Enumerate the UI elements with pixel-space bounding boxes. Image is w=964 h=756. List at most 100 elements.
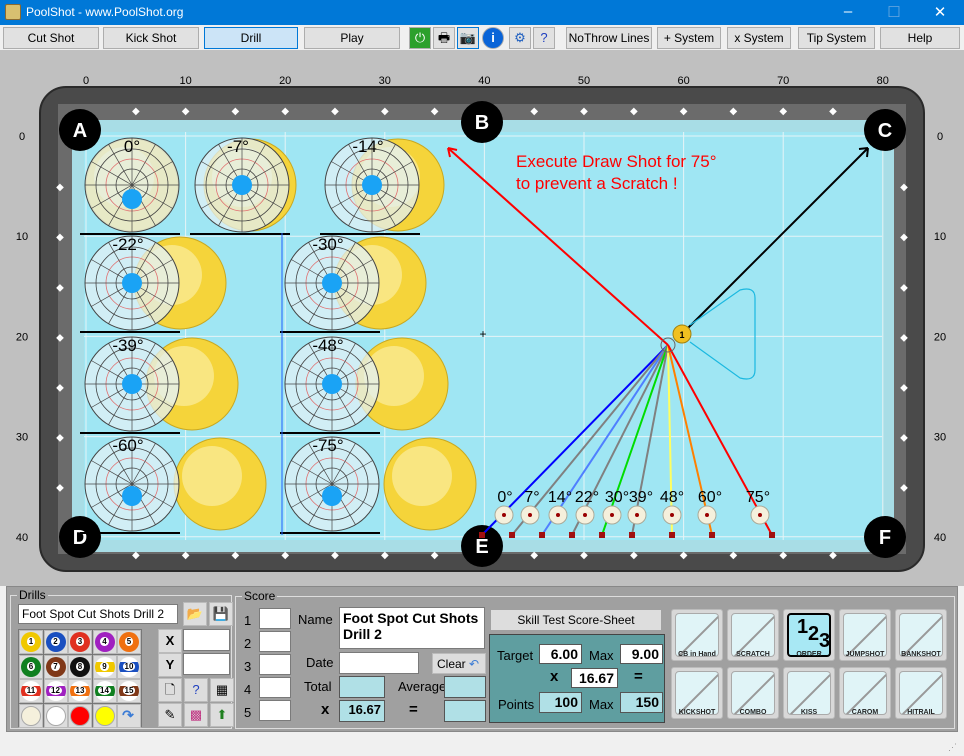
ball-button[interactable]: 7 xyxy=(43,654,68,679)
ball-button[interactable]: ↷ xyxy=(117,703,141,728)
score-row-input[interactable] xyxy=(259,631,291,652)
ball-highlight xyxy=(182,446,242,506)
ball-button[interactable] xyxy=(68,703,92,728)
help-doc-icon[interactable]: ? xyxy=(533,27,555,49)
no-throw-lines-button[interactable]: NoThrow Lines xyxy=(566,27,652,49)
power-icon[interactable]: ⏻ xyxy=(409,27,431,49)
ball-button[interactable] xyxy=(43,703,68,728)
doc-help-icon[interactable]: ? xyxy=(184,678,208,702)
drill-button[interactable]: Drill xyxy=(204,27,298,49)
resize-grip[interactable]: ⋰ xyxy=(948,742,957,753)
ball-button[interactable]: 6 xyxy=(19,654,43,679)
score-row-input[interactable] xyxy=(259,654,291,675)
table-list-icon[interactable]: ▦ xyxy=(210,678,234,702)
clear-button[interactable]: Clear ↶ xyxy=(432,653,486,674)
plus-system-button[interactable]: + System xyxy=(657,27,721,49)
ball-button[interactable]: 14 xyxy=(92,679,117,703)
date-input[interactable] xyxy=(339,652,419,674)
cue-ball-dot xyxy=(556,513,560,517)
score-row-input[interactable] xyxy=(259,608,291,629)
skill-test-score-sheet-button[interactable]: Skill Test Score-Sheet xyxy=(491,610,661,630)
shot-type-cb-in-hand[interactable]: CB in Hand xyxy=(671,609,723,661)
ball-button[interactable]: 2 xyxy=(43,630,68,654)
y-input[interactable] xyxy=(183,653,230,675)
ball-6-icon: 6 xyxy=(21,656,41,677)
score-row-label: 2 xyxy=(244,636,252,651)
shot-type-scratch[interactable]: SCRATCH xyxy=(727,609,779,661)
pool-table[interactable]: 0 10 20 30 40 50 60 70 80 0 0 10 10 20 20 30 30 40 40 ◆ ◆ ◆ ◆ ◆… xyxy=(0,50,964,586)
equals-label: = xyxy=(409,701,418,718)
ball-number: 5 xyxy=(124,637,134,646)
play-button[interactable]: Play xyxy=(304,27,400,49)
save-icon[interactable]: 💾 xyxy=(209,602,233,626)
diamond-marker: ◆ xyxy=(680,550,688,561)
points-value: 100 xyxy=(539,692,582,713)
print-icon[interactable]: 🖶 xyxy=(433,27,455,49)
shot-type-bankshot[interactable]: BANKSHOT xyxy=(895,609,947,661)
shot-type-order[interactable]: 1 2 3 ORDER xyxy=(783,609,835,661)
score-row-input[interactable] xyxy=(259,677,291,698)
drill-name-input[interactable]: Foot Spot Cut Shots Drill 2 xyxy=(18,604,178,624)
x-tick-label: 50 xyxy=(578,75,590,87)
shot-type-combo[interactable]: COMBO xyxy=(727,667,779,719)
max-value: 9.00 xyxy=(620,644,663,664)
skill-equals: = xyxy=(634,668,643,685)
tip-position-dot xyxy=(362,175,382,195)
new-file-icon[interactable]: 🗋 xyxy=(158,678,182,702)
ball-button[interactable]: 5 xyxy=(117,630,141,654)
cut-shot-button[interactable]: Cut Shot xyxy=(3,27,99,49)
shot-type-kiss[interactable]: KISS xyxy=(783,667,835,719)
ball-button[interactable]: 9 xyxy=(92,654,117,679)
points-max-value: 150 xyxy=(620,692,663,713)
x-tick-label: 20 xyxy=(279,75,291,87)
shot-type-hitrail[interactable]: HITRAIL xyxy=(895,667,947,719)
cue-ball-dot xyxy=(758,513,762,517)
shot-type-jumpshot[interactable]: JUMPSHOT xyxy=(839,609,891,661)
ball-button[interactable] xyxy=(92,703,117,728)
name-input[interactable]: Foot Spot Cut Shots Drill 2 xyxy=(339,607,485,649)
tip-position-dot xyxy=(122,273,142,293)
export-icon[interactable]: ⬆ xyxy=(210,703,234,727)
ball-button[interactable] xyxy=(19,703,43,728)
rail-target-marker xyxy=(629,532,635,538)
open-folder-icon[interactable]: 📂 xyxy=(183,602,207,626)
edit-icon[interactable]: ✎ xyxy=(158,703,182,727)
settings-icon[interactable]: ⚙ xyxy=(509,27,531,49)
help-button[interactable]: Help xyxy=(880,27,960,49)
ball-button[interactable]: 11 xyxy=(19,679,43,703)
ball-button[interactable]: 12 xyxy=(43,679,68,703)
skill-x-label: x xyxy=(550,668,559,685)
x-system-button[interactable]: x System xyxy=(727,27,791,49)
ball-button[interactable]: 13 xyxy=(68,679,92,703)
shot-angle-label: 0° xyxy=(497,489,512,506)
drills-group: Drills Foot Spot Cut Shots Drill 2 📂 💾 1… xyxy=(10,588,234,729)
diamond-marker: ◆ xyxy=(779,106,787,117)
info-icon[interactable]: i xyxy=(482,27,504,49)
score-row-input[interactable] xyxy=(259,700,291,721)
camera-icon[interactable]: 📷 xyxy=(457,27,479,49)
diamond-marker: ◆ xyxy=(630,106,638,117)
ball-button[interactable]: 15 xyxy=(117,679,141,703)
ball-button[interactable]: 8 xyxy=(68,654,92,679)
shot-type-kickshot[interactable]: KICKSHOT xyxy=(671,667,723,719)
tip-system-button[interactable]: Tip System xyxy=(798,27,875,49)
minimize-button[interactable]: – xyxy=(833,3,863,20)
maximize-button[interactable]: ☐ xyxy=(879,3,909,21)
target-value: 6.00 xyxy=(539,644,582,664)
color-grid-icon[interactable]: ▩ xyxy=(184,703,208,727)
shot-type-carom[interactable]: CAROM xyxy=(839,667,891,719)
diamond-marker: ◆ xyxy=(331,106,339,117)
shot-angle-label: 60° xyxy=(698,489,722,506)
ball-number: 7 xyxy=(51,661,60,671)
ball-button[interactable]: 1 xyxy=(19,630,43,654)
kick-shot-button[interactable]: Kick Shot xyxy=(103,27,199,49)
cue-ball-dot xyxy=(502,513,506,517)
diamond-marker: ◆ xyxy=(730,106,738,117)
x-input[interactable] xyxy=(183,629,230,651)
ball-button[interactable]: 3 xyxy=(68,630,92,654)
ball-button[interactable]: 10 xyxy=(117,654,141,679)
shot-angle-label: 30° xyxy=(605,489,629,506)
shot-angle-label: 48° xyxy=(660,489,684,506)
close-button[interactable]: ✕ xyxy=(925,3,955,21)
ball-button[interactable]: 4 xyxy=(92,630,117,654)
